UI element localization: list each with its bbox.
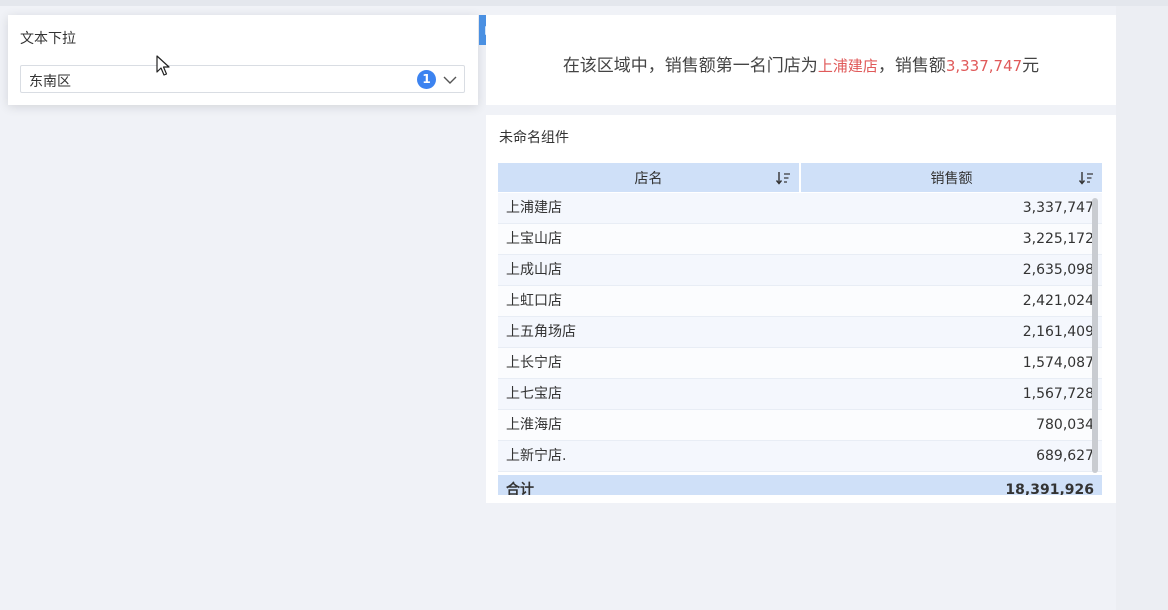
table-total-row: 合计 18,391,926 <box>498 475 1102 495</box>
table-row[interactable]: 上成山店 2,635,098 <box>498 255 1102 286</box>
sales-cell: 1,574,087 <box>1022 355 1094 371</box>
sales-table: 店名 销售额 上浦建店 3,337,747 上宝山店 3,225,172 上成山… <box>498 163 1102 495</box>
table-row[interactable]: 上浦建店 3,337,747 <box>498 193 1102 224</box>
table-row[interactable]: 上七宝店 1,567,728 <box>498 379 1102 410</box>
table-title: 未命名组件 <box>499 130 569 146</box>
dropdown-title: 文本下拉 <box>20 31 76 47</box>
top-strip <box>0 0 1168 6</box>
summary-suffix: 元 <box>1022 56 1040 76</box>
store-name-cell: 上浦建店 <box>506 200 562 216</box>
top-store-sales: 3,337,747 <box>945 57 1023 75</box>
store-name-cell: 上宝山店 <box>506 231 562 247</box>
store-name-cell: 上五角场店 <box>506 324 576 340</box>
store-name-cell: 上长宁店 <box>506 355 562 371</box>
column-header-label: 销售额 <box>930 170 973 187</box>
mouse-cursor-icon <box>156 55 170 76</box>
table-row[interactable]: 上新宁店. 689,627 <box>498 441 1102 472</box>
store-name-cell: 上成山店 <box>506 262 562 278</box>
summary-text-card: 在该区域中，销售额第一名门店为上浦建店，销售额3,337,747元 <box>486 15 1116 105</box>
selection-count-badge: 1 <box>417 70 436 89</box>
column-header-label: 店名 <box>634 170 663 187</box>
sales-cell: 780,034 <box>1036 417 1094 433</box>
chevron-down-icon[interactable] <box>442 72 458 88</box>
region-dropdown[interactable]: 东南区 1 <box>20 65 465 93</box>
right-margin <box>1116 6 1168 610</box>
sales-cell: 1,567,728 <box>1022 386 1094 402</box>
sales-table-card: 未命名组件 店名 销售额 上浦建店 3,337,747 上宝山店 3,225,1… <box>486 115 1116 503</box>
text-dropdown-widget: 文本下拉 东南区 1 <box>8 15 478 105</box>
sales-cell: 2,635,098 <box>1022 262 1094 278</box>
store-name-cell: 上七宝店 <box>506 386 562 402</box>
table-row[interactable]: 上淮海店 780,034 <box>498 410 1102 441</box>
summary-message: 在该区域中，销售额第一名门店为上浦建店，销售额3,337,747元 <box>486 51 1116 76</box>
top-store-name: 上浦建店 <box>817 57 878 75</box>
total-value: 18,391,926 <box>1005 482 1094 495</box>
sort-desc-icon[interactable] <box>775 170 791 186</box>
store-name-cell: 上淮海店 <box>506 417 562 433</box>
column-header-store[interactable]: 店名 <box>498 163 799 192</box>
table-row[interactable]: 上宝山店 3,225,172 <box>498 224 1102 255</box>
table-header: 店名 销售额 <box>498 163 1102 192</box>
sort-desc-icon[interactable] <box>1078 170 1094 186</box>
column-header-sales[interactable]: 销售额 <box>801 163 1102 192</box>
summary-middle: ，销售额 <box>877 56 946 76</box>
table-row[interactable]: 上五角场店 2,161,409 <box>498 317 1102 348</box>
store-name-cell: 上新宁店. <box>506 448 567 464</box>
table-row[interactable]: 上长宁店 1,574,087 <box>498 348 1102 379</box>
total-label: 合计 <box>506 482 534 495</box>
summary-prefix: 在该区域中，销售额第一名门店为 <box>562 56 818 76</box>
sales-cell: 3,337,747 <box>1022 200 1094 216</box>
table-scrollbar[interactable] <box>1092 198 1098 473</box>
sales-cell: 2,421,024 <box>1022 293 1094 309</box>
sales-cell: 3,225,172 <box>1022 231 1094 247</box>
dropdown-selected-value: 东南区 <box>29 74 71 90</box>
table-row[interactable]: 上虹口店 2,421,024 <box>498 286 1102 317</box>
table-body: 上浦建店 3,337,747 上宝山店 3,225,172 上成山店 2,635… <box>498 193 1102 472</box>
store-name-cell: 上虹口店 <box>506 293 562 309</box>
sales-cell: 2,161,409 <box>1022 324 1094 340</box>
sales-cell: 689,627 <box>1036 448 1094 464</box>
